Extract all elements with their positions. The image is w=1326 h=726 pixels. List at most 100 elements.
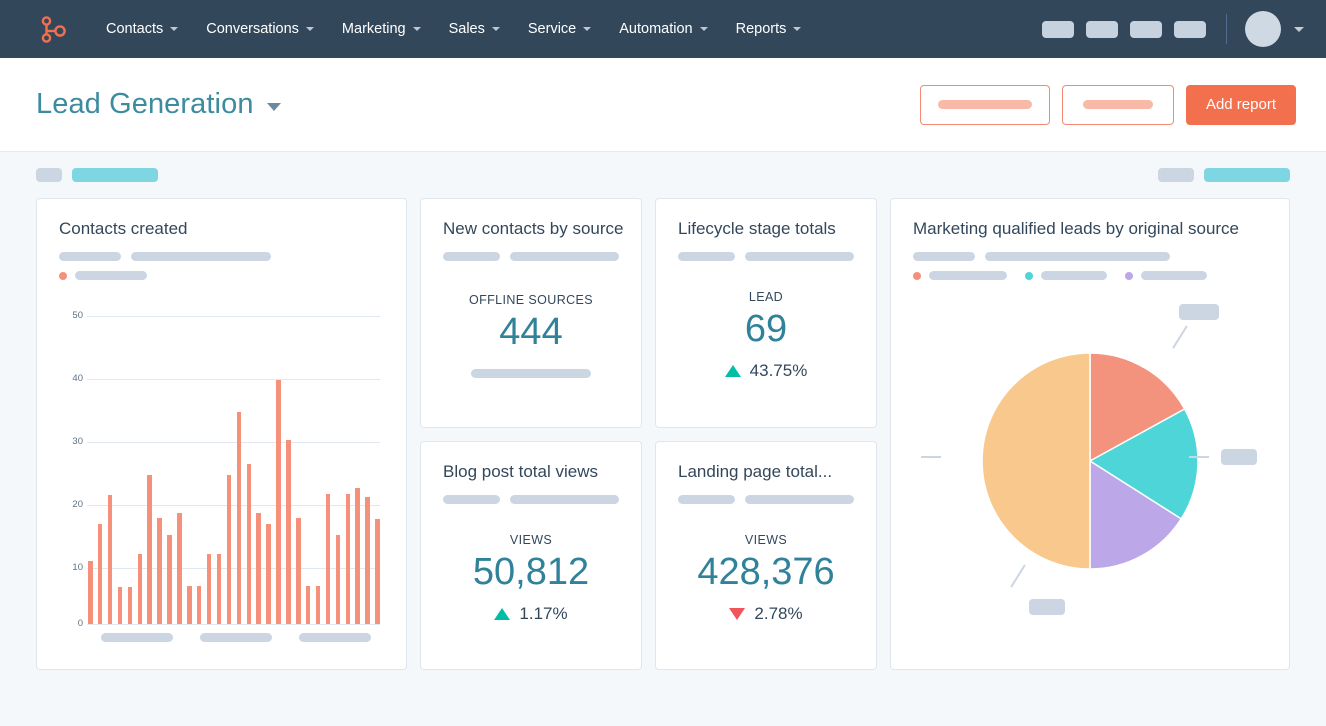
bar <box>375 519 380 624</box>
bar <box>236 412 242 624</box>
bar <box>117 587 123 624</box>
skeleton-bar <box>509 494 619 504</box>
bar <box>137 554 143 624</box>
pie-legend <box>913 271 1267 280</box>
dashboard-selector[interactable]: Lead Generation <box>36 88 281 121</box>
triangle-up-icon <box>724 365 741 378</box>
nav-action-placeholder-3[interactable] <box>1130 20 1162 38</box>
bar <box>226 474 232 624</box>
nav-item-contacts[interactable]: Contacts <box>92 13 192 45</box>
nav-divider <box>1226 14 1227 44</box>
kpi-delta: 1.17% <box>494 604 568 624</box>
nav-item-automation[interactable]: Automation <box>605 13 721 45</box>
bar <box>167 534 172 624</box>
toolbar-placeholder-right-gray[interactable] <box>1158 168 1194 182</box>
chevron-down-icon <box>583 27 592 31</box>
bar <box>206 553 212 624</box>
avatar[interactable] <box>1245 11 1281 47</box>
bar <box>296 518 301 624</box>
legend-dot-icon <box>59 271 67 280</box>
header-actions: Add report <box>919 84 1296 125</box>
nav-item-marketing[interactable]: Marketing <box>328 13 435 45</box>
bar <box>187 586 192 624</box>
pie-callout-label-2 <box>1221 449 1257 465</box>
pie-callout-label-1 <box>1179 304 1219 320</box>
kpi-label: LEAD <box>748 290 784 305</box>
add-report-button[interactable]: Add report <box>1185 84 1296 125</box>
legend-dot-icon <box>1125 271 1133 280</box>
bar <box>276 380 281 624</box>
main-nav-items: Contacts Conversations Marketing Sales S… <box>92 13 815 45</box>
bar-chart: 50 40 30 20 10 0 <box>59 294 384 629</box>
bar-series <box>88 316 380 624</box>
legend-dot-icon <box>1025 271 1033 280</box>
nav-item-label: Marketing <box>341 21 406 37</box>
card-title: Contacts created <box>59 219 188 238</box>
toolbar-placeholder-left-blue[interactable] <box>72 168 158 182</box>
kpi-body: VIEWS 428,376 2.78% <box>678 508 854 650</box>
card-landing-page-total-views[interactable]: Landing page total... VIEWS 428,376 2.78… <box>655 440 877 670</box>
chevron-down-icon <box>793 27 802 31</box>
nav-item-service[interactable]: Service <box>514 13 605 45</box>
skeleton-bar <box>744 494 854 504</box>
nav-item-conversations[interactable]: Conversations <box>192 13 328 45</box>
chevron-down-icon <box>170 27 179 31</box>
nav-item-sales[interactable]: Sales <box>435 13 514 45</box>
skeleton-bar <box>985 252 1170 261</box>
chevron-down-icon <box>412 27 421 31</box>
kpi-delta: 43.75% <box>724 361 807 381</box>
card-subtitle-placeholder <box>678 494 854 504</box>
x-axis-label-placeholder <box>199 633 272 642</box>
header-ghost-button-1[interactable] <box>919 84 1050 125</box>
card-contacts-created[interactable]: Contacts created 50 40 30 20 10 0 <box>36 198 407 670</box>
page-header: Lead Generation Add report <box>0 58 1326 152</box>
nav-action-placeholder-4[interactable] <box>1174 20 1206 38</box>
card-subtitle-placeholder <box>443 252 619 261</box>
chevron-down-icon <box>266 102 281 111</box>
card-title: Landing page total... <box>678 461 833 481</box>
nav-action-placeholder-2[interactable] <box>1086 20 1118 38</box>
gridline-baseline <box>87 624 380 625</box>
skeleton-bar <box>509 252 619 261</box>
page-title: Lead Generation <box>36 88 254 120</box>
card-lifecycle-stage-totals[interactable]: Lifecycle stage totals LEAD 69 43.75% <box>655 198 877 428</box>
kpi-body: LEAD 69 43.75% <box>678 265 854 407</box>
kpi-body: OFFLINE SOURCES 444 <box>443 265 619 407</box>
dashboard-column-2: New contacts by source OFFLINE SOURCES 4… <box>420 198 642 670</box>
chevron-down-icon[interactable] <box>1294 26 1304 32</box>
nav-item-reports[interactable]: Reports <box>722 13 816 45</box>
bar <box>196 586 202 624</box>
card-new-contacts-by-source[interactable]: New contacts by source OFFLINE SOURCES 4… <box>420 198 642 428</box>
legend-label-placeholder <box>1141 271 1207 280</box>
card-subtitle-placeholder <box>443 494 619 504</box>
dashboard-grid: Contacts created 50 40 30 20 10 0 New co… <box>0 198 1326 670</box>
dashboard-toolbar <box>0 152 1326 198</box>
x-axis-labels <box>59 633 384 642</box>
bar <box>147 474 152 624</box>
pie-callout-label-3 <box>1029 599 1065 615</box>
bar <box>305 586 311 624</box>
toolbar-placeholder-right-blue[interactable] <box>1204 168 1290 182</box>
bar <box>345 494 351 624</box>
skeleton-bar <box>443 494 500 504</box>
y-axis-tick: 40 <box>72 373 83 384</box>
nav-item-label: Reports <box>735 21 787 37</box>
card-mql-by-original-source[interactable]: Marketing qualified leads by original so… <box>890 198 1290 670</box>
hubspot-sprocket-logo[interactable] <box>30 13 76 45</box>
kpi-footer-placeholder <box>471 369 591 379</box>
legend-label-placeholder <box>929 271 1007 280</box>
top-navigation-bar: Contacts Conversations Marketing Sales S… <box>0 0 1326 58</box>
bar <box>365 497 370 624</box>
bar <box>97 523 103 624</box>
card-subtitle-placeholder <box>913 252 1267 261</box>
nav-action-placeholder-1[interactable] <box>1042 20 1074 38</box>
card-subtitle-placeholder <box>678 252 854 261</box>
y-axis-tick: 0 <box>77 618 83 629</box>
toolbar-placeholder-left-gray[interactable] <box>36 168 62 182</box>
header-ghost-button-2[interactable] <box>1061 84 1174 125</box>
y-axis-tick: 10 <box>72 562 83 573</box>
pie-callout-line <box>1172 325 1188 349</box>
x-axis-label-placeholder <box>101 633 174 642</box>
nav-item-label: Automation <box>619 21 693 37</box>
card-blog-post-total-views[interactable]: Blog post total views VIEWS 50,812 1.17% <box>420 440 642 670</box>
